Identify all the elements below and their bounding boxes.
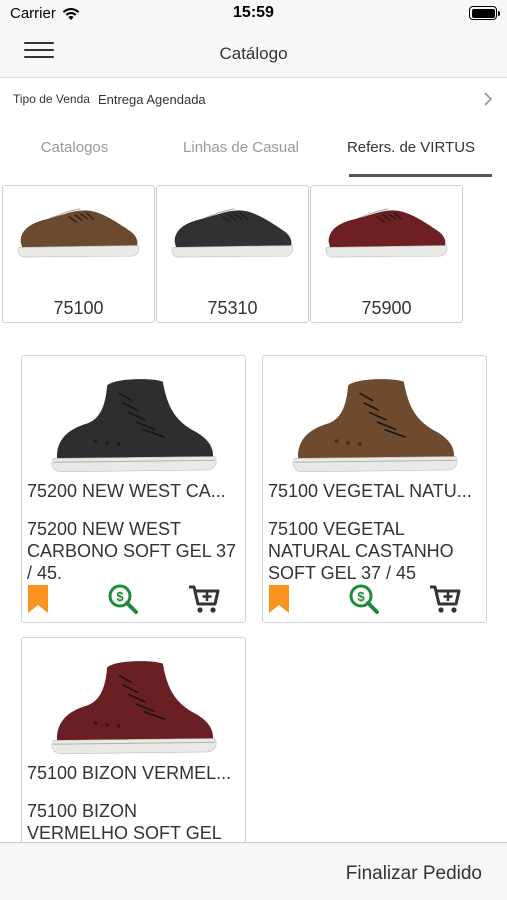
tab-refers-de-virtus[interactable]: Refers. de VIRTUS: [336, 128, 486, 178]
svg-text:$: $: [116, 589, 124, 604]
reference-card-75310[interactable]: 75310: [156, 185, 309, 323]
shoe-image: [325, 208, 448, 258]
finalize-order-button[interactable]: Finalizar Pedido: [346, 863, 482, 885]
status-bar: Carrier 15:59: [0, 0, 507, 28]
product-title: 75100 VEGETAL NATU...: [268, 481, 472, 501]
bookmark-icon[interactable]: [268, 584, 290, 614]
tab-bar: Catalogos Linhas de Casual Refers. de VI…: [0, 128, 507, 178]
product-description: 75200 NEW WEST CARBONO SOFT GEL 37 / 45.: [27, 519, 237, 583]
product-description: 75100 VEGETAL NATURAL CASTANHO SOFT GEL …: [268, 519, 454, 583]
navigation-bar: Catálogo: [0, 28, 507, 78]
shoe-image: [171, 208, 294, 258]
page-title: Catálogo: [219, 44, 288, 63]
chevron-right-icon: [484, 92, 493, 106]
reference-code: 75900: [361, 298, 412, 318]
bookmark-icon[interactable]: [27, 584, 49, 614]
battery-icon: [469, 6, 500, 20]
sale-type-label: Tipo de Venda: [13, 92, 90, 106]
product-card: 75200 NEW WEST CA... 75200 NEW WEST CARB…: [21, 355, 246, 623]
reference-code: 75310: [207, 298, 258, 318]
product-title: 75200 NEW WEST CA...: [27, 481, 226, 501]
tab-linhas-de-casual[interactable]: Linhas de Casual: [160, 128, 322, 178]
reference-card-75900[interactable]: 75900: [310, 185, 463, 323]
product-image[interactable]: [38, 364, 230, 476]
bottom-bar: Finalizar Pedido: [0, 842, 507, 900]
product-card: 75100 VEGETAL NATU... 75100 VEGETAL NATU…: [262, 355, 487, 623]
add-to-cart-icon[interactable]: [188, 584, 220, 614]
sale-type-value: Entrega Agendada: [97, 91, 206, 107]
sale-type-selector[interactable]: Tipo de Venda Entrega Agendada: [0, 80, 507, 118]
svg-text:$: $: [357, 589, 365, 604]
product-title: 75100 BIZON VERMEL...: [27, 763, 232, 783]
active-tab-indicator: [349, 174, 492, 177]
reference-code: 75100: [53, 298, 104, 318]
price-search-icon[interactable]: $: [349, 584, 379, 614]
shoe-image: [17, 208, 140, 258]
status-time: 15:59: [233, 4, 274, 21]
add-to-cart-icon[interactable]: [429, 584, 461, 614]
hamburger-menu-icon[interactable]: [24, 42, 54, 64]
product-description: 75100 BIZON VERMELHO SOFT GEL: [27, 801, 222, 843]
reference-card-75100[interactable]: 75100: [2, 185, 155, 323]
price-search-icon[interactable]: $: [108, 584, 138, 614]
tab-catalogos[interactable]: Catalogos: [0, 128, 149, 178]
product-image[interactable]: [38, 646, 230, 758]
product-image[interactable]: [279, 364, 471, 476]
